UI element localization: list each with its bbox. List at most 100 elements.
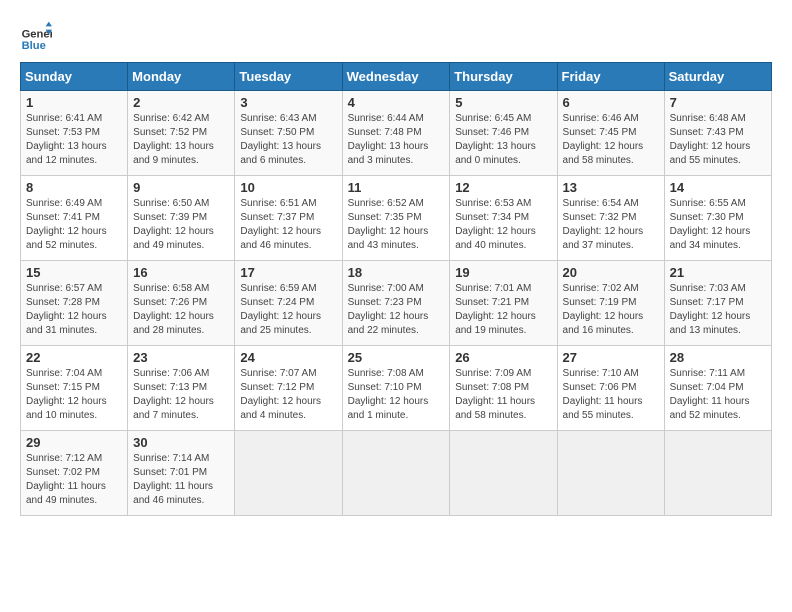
calendar-cell: 11Sunrise: 6:52 AMSunset: 7:35 PMDayligh… bbox=[342, 176, 450, 261]
day-number: 17 bbox=[240, 265, 336, 280]
calendar-cell: 18 Sunrise: 7:00 AMSunset: 7:23 PMDayligh… bbox=[342, 261, 450, 346]
calendar-cell: 28 Sunrise: 7:11 AMSunset: 7:04 PMDayligh… bbox=[664, 346, 771, 431]
day-info: Sunrise: 6:43 AMSunset: 7:50 PMDaylight:… bbox=[240, 112, 336, 168]
logo: General Blue bbox=[20, 20, 56, 52]
day-number: 4 bbox=[348, 95, 445, 110]
day-number: 15 bbox=[26, 265, 122, 280]
calendar-cell: 25 Sunrise: 7:08 AMSunset: 7:10 PMDayligh… bbox=[342, 346, 450, 431]
day-number: 24 bbox=[240, 350, 336, 365]
day-number: 27 bbox=[563, 350, 659, 365]
day-number: 20 bbox=[563, 265, 659, 280]
day-info: Sunrise: 6:50 AMSunset: 7:39 PMDaylight:… bbox=[133, 197, 229, 253]
day-info: Sunrise: 7:03 AMSunset: 7:17 PMDaylight:… bbox=[670, 282, 766, 338]
calendar-cell: 30 Sunrise: 7:14 AMSunset: 7:01 PMDayligh… bbox=[128, 431, 235, 516]
calendar-cell: 23 Sunrise: 7:06 AMSunset: 7:13 PMDayligh… bbox=[128, 346, 235, 431]
logo-icon: General Blue bbox=[20, 20, 52, 52]
day-number: 29 bbox=[26, 435, 122, 450]
day-info: Sunrise: 7:10 AMSunset: 7:06 PMDaylight:… bbox=[563, 367, 659, 423]
calendar-body: 1 Sunrise: 6:41 AMSunset: 7:53 PMDaylight… bbox=[21, 91, 772, 516]
day-info: Sunrise: 6:49 AMSunset: 7:41 PMDaylight:… bbox=[26, 197, 122, 253]
calendar-table: SundayMondayTuesdayWednesdayThursdayFrid… bbox=[20, 62, 772, 516]
day-info: Sunrise: 6:48 AMSunset: 7:43 PMDaylight:… bbox=[670, 112, 766, 168]
day-info: Sunrise: 6:54 AMSunset: 7:32 PMDaylight:… bbox=[563, 197, 659, 253]
day-info: Sunrise: 6:45 AMSunset: 7:46 PMDaylight:… bbox=[455, 112, 551, 168]
day-number: 26 bbox=[455, 350, 551, 365]
day-number: 1 bbox=[26, 95, 122, 110]
calendar-cell bbox=[342, 431, 450, 516]
calendar-cell: 2 Sunrise: 6:42 AMSunset: 7:52 PMDaylight… bbox=[128, 91, 235, 176]
day-number: 22 bbox=[26, 350, 122, 365]
day-number: 28 bbox=[670, 350, 766, 365]
day-info: Sunrise: 6:46 AMSunset: 7:45 PMDaylight:… bbox=[563, 112, 659, 168]
calendar-cell: 19 Sunrise: 7:01 AMSunset: 7:21 PMDayligh… bbox=[450, 261, 557, 346]
calendar-cell bbox=[557, 431, 664, 516]
day-number: 6 bbox=[563, 95, 659, 110]
day-number: 10 bbox=[240, 180, 336, 195]
calendar-cell: 9 Sunrise: 6:50 AMSunset: 7:39 PMDaylight… bbox=[128, 176, 235, 261]
calendar-cell: 7 Sunrise: 6:48 AMSunset: 7:43 PMDaylight… bbox=[664, 91, 771, 176]
day-info: Sunrise: 6:58 AMSunset: 7:26 PMDaylight:… bbox=[133, 282, 229, 338]
day-info: Sunrise: 7:12 AMSunset: 7:02 PMDaylight:… bbox=[26, 452, 122, 508]
calendar-cell: 27 Sunrise: 7:10 AMSunset: 7:06 PMDayligh… bbox=[557, 346, 664, 431]
week-row-5: 29 Sunrise: 7:12 AMSunset: 7:02 PMDayligh… bbox=[21, 431, 772, 516]
calendar-cell bbox=[235, 431, 342, 516]
calendar-header: SundayMondayTuesdayWednesdayThursdayFrid… bbox=[21, 63, 772, 91]
day-info: Sunrise: 7:01 AMSunset: 7:21 PMDaylight:… bbox=[455, 282, 551, 338]
day-info: Sunrise: 6:51 AMSunset: 7:37 PMDaylight:… bbox=[240, 197, 336, 253]
day-number: 30 bbox=[133, 435, 229, 450]
day-info: Sunrise: 7:11 AMSunset: 7:04 PMDaylight:… bbox=[670, 367, 766, 423]
page-header: General Blue bbox=[20, 20, 772, 52]
day-info: Sunrise: 6:53 AMSunset: 7:34 PMDaylight:… bbox=[455, 197, 551, 253]
day-info: Sunrise: 7:06 AMSunset: 7:13 PMDaylight:… bbox=[133, 367, 229, 423]
calendar-cell: 4 Sunrise: 6:44 AMSunset: 7:48 PMDaylight… bbox=[342, 91, 450, 176]
day-number: 12 bbox=[455, 180, 551, 195]
day-info: Sunrise: 6:52 AMSunset: 7:35 PMDaylight:… bbox=[348, 197, 445, 253]
day-info: Sunrise: 6:44 AMSunset: 7:48 PMDaylight:… bbox=[348, 112, 445, 168]
day-info: Sunrise: 7:04 AMSunset: 7:15 PMDaylight:… bbox=[26, 367, 122, 423]
day-info: Sunrise: 7:00 AMSunset: 7:23 PMDaylight:… bbox=[348, 282, 445, 338]
weekday-header-wednesday: Wednesday bbox=[342, 63, 450, 91]
day-number: 18 bbox=[348, 265, 445, 280]
day-info: Sunrise: 7:09 AMSunset: 7:08 PMDaylight:… bbox=[455, 367, 551, 423]
day-info: Sunrise: 7:02 AMSunset: 7:19 PMDaylight:… bbox=[563, 282, 659, 338]
calendar-cell: 17 Sunrise: 6:59 AMSunset: 7:24 PMDayligh… bbox=[235, 261, 342, 346]
weekday-header-sunday: Sunday bbox=[21, 63, 128, 91]
day-info: Sunrise: 7:14 AMSunset: 7:01 PMDaylight:… bbox=[133, 452, 229, 508]
weekday-header-saturday: Saturday bbox=[664, 63, 771, 91]
day-info: Sunrise: 7:08 AMSunset: 7:10 PMDaylight:… bbox=[348, 367, 445, 423]
day-number: 21 bbox=[670, 265, 766, 280]
calendar-cell: 20 Sunrise: 7:02 AMSunset: 7:19 PMDayligh… bbox=[557, 261, 664, 346]
day-info: Sunrise: 6:42 AMSunset: 7:52 PMDaylight:… bbox=[133, 112, 229, 168]
calendar-cell: 6 Sunrise: 6:46 AMSunset: 7:45 PMDaylight… bbox=[557, 91, 664, 176]
calendar-cell: 22 Sunrise: 7:04 AMSunset: 7:15 PMDayligh… bbox=[21, 346, 128, 431]
calendar-cell: 24 Sunrise: 7:07 AMSunset: 7:12 PMDayligh… bbox=[235, 346, 342, 431]
calendar-cell: 13 Sunrise: 6:54 AMSunset: 7:32 PMDayligh… bbox=[557, 176, 664, 261]
day-number: 13 bbox=[563, 180, 659, 195]
day-number: 9 bbox=[133, 180, 229, 195]
day-number: 25 bbox=[348, 350, 445, 365]
day-number: 3 bbox=[240, 95, 336, 110]
calendar-cell: 14Sunrise: 6:55 AMSunset: 7:30 PMDayligh… bbox=[664, 176, 771, 261]
day-number: 23 bbox=[133, 350, 229, 365]
calendar-cell: 21 Sunrise: 7:03 AMSunset: 7:17 PMDayligh… bbox=[664, 261, 771, 346]
day-info: Sunrise: 6:59 AMSunset: 7:24 PMDaylight:… bbox=[240, 282, 336, 338]
calendar-cell: 29 Sunrise: 7:12 AMSunset: 7:02 PMDayligh… bbox=[21, 431, 128, 516]
calendar-cell: 12 Sunrise: 6:53 AMSunset: 7:34 PMDayligh… bbox=[450, 176, 557, 261]
weekday-header-monday: Monday bbox=[128, 63, 235, 91]
calendar-cell bbox=[450, 431, 557, 516]
calendar-cell: 16Sunrise: 6:58 AMSunset: 7:26 PMDayligh… bbox=[128, 261, 235, 346]
day-number: 7 bbox=[670, 95, 766, 110]
week-row-3: 15 Sunrise: 6:57 AMSunset: 7:28 PMDayligh… bbox=[21, 261, 772, 346]
svg-text:Blue: Blue bbox=[22, 40, 46, 52]
calendar-cell bbox=[664, 431, 771, 516]
calendar-cell: 1 Sunrise: 6:41 AMSunset: 7:53 PMDaylight… bbox=[21, 91, 128, 176]
week-row-2: 8 Sunrise: 6:49 AMSunset: 7:41 PMDaylight… bbox=[21, 176, 772, 261]
day-info: Sunrise: 6:55 AMSunset: 7:30 PMDaylight:… bbox=[670, 197, 766, 253]
day-number: 8 bbox=[26, 180, 122, 195]
day-number: 2 bbox=[133, 95, 229, 110]
day-info: Sunrise: 7:07 AMSunset: 7:12 PMDaylight:… bbox=[240, 367, 336, 423]
day-info: Sunrise: 6:41 AMSunset: 7:53 PMDaylight:… bbox=[26, 112, 122, 168]
day-info: Sunrise: 6:57 AMSunset: 7:28 PMDaylight:… bbox=[26, 282, 122, 338]
day-number: 19 bbox=[455, 265, 551, 280]
week-row-1: 1 Sunrise: 6:41 AMSunset: 7:53 PMDaylight… bbox=[21, 91, 772, 176]
